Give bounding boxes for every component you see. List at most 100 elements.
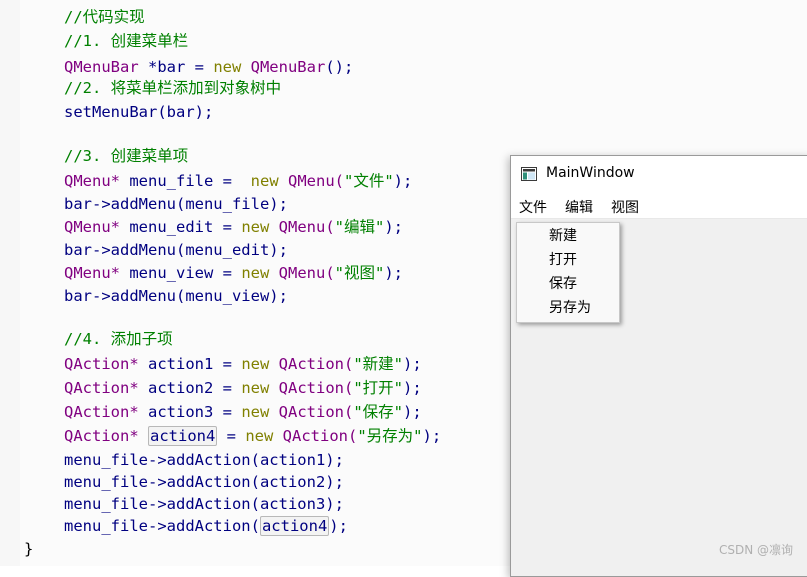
code-token-var: menu_view =	[120, 264, 242, 282]
menu-view[interactable]: 视图	[611, 197, 639, 217]
file-menu-dropdown: 新建 打开 保存 另存为	[516, 222, 620, 323]
code-token-type: QMenu*	[64, 218, 120, 236]
code-token-tail: );	[384, 218, 403, 236]
menu-item-new[interactable]: 新建	[549, 225, 577, 245]
code-comment-impl: //代码实现	[64, 8, 145, 26]
code-token-keyword: new	[241, 264, 270, 282]
code-closing-brace: }	[24, 540, 34, 558]
code-token-tail: );	[393, 172, 413, 190]
code-token-tail: );	[403, 403, 422, 421]
menu-item-save-as[interactable]: 另存为	[549, 297, 591, 317]
window-title: MainWindow	[546, 165, 635, 181]
code-comment-step2: //2. 将菜单栏添加到对象树中	[64, 79, 282, 97]
watermark: CSDN @凛询	[718, 543, 793, 557]
code-token-string: "编辑"	[334, 218, 385, 236]
code-line-setmenubar: setMenuBar(bar);	[64, 103, 214, 121]
code-token-ctor: QMenu(	[269, 264, 335, 282]
code-token-arg: action3	[259, 495, 326, 513]
code-token-var: action3	[148, 403, 214, 421]
code-comment-step4: //4. 添加子项	[64, 330, 173, 348]
code-token-keyword: new	[241, 355, 270, 373]
window-app-icon	[521, 167, 537, 181]
code-token-var: menu_file =	[120, 172, 242, 190]
code-token-keyword: new	[241, 218, 270, 236]
code-line-add-menu-file: bar->addMenu(menu_file);	[64, 195, 288, 213]
code-line-add-menu-view: bar->addMenu(menu_view);	[64, 287, 288, 305]
code-token-tail: );	[422, 427, 442, 445]
code-token-arg: action2	[259, 473, 326, 491]
code-token-tail: );	[403, 379, 422, 397]
code-token-ctor: QMenuBar	[241, 58, 326, 76]
code-line-add-menu-edit: bar->addMenu(menu_edit);	[64, 241, 288, 259]
code-token-ctor: QAction(	[269, 403, 354, 421]
code-line-menu-view: QMenu* menu_view = new QMenu("视图");	[64, 262, 403, 284]
code-token-ctor: QAction(	[269, 355, 354, 373]
window-titlebar[interactable]: MainWindow	[511, 156, 807, 194]
menu-bar: 文件 编辑 视图	[511, 194, 807, 219]
code-token-var: menu_edit =	[120, 218, 242, 236]
code-token-ctor: QAction(	[269, 379, 354, 397]
code-line-action2: QAction* action2 = new QAction("打开");	[64, 377, 422, 399]
code-token-type: QAction*	[64, 403, 139, 421]
code-token-var-highlighted: action4	[148, 426, 218, 446]
code-token-var: *bar =	[138, 58, 214, 76]
code-token-type: QAction*	[64, 427, 139, 445]
code-token-tail: );	[403, 355, 422, 373]
code-line-action3: QAction* action3 = new QAction("保存");	[64, 401, 422, 423]
code-token-tail: );	[325, 451, 344, 469]
code-token-call: menu_file->addAction(	[64, 451, 260, 469]
code-token-tail: );	[325, 495, 344, 513]
code-token-type: QMenu*	[64, 264, 120, 282]
code-token-keyword: new	[241, 403, 270, 421]
menu-item-open[interactable]: 打开	[549, 249, 577, 269]
code-comment-step1: //1. 创建菜单栏	[64, 32, 189, 50]
code-line-menu-edit: QMenu* menu_edit = new QMenu("编辑");	[64, 216, 403, 238]
code-token-string: "新建"	[353, 355, 403, 373]
menu-edit[interactable]: 编辑	[565, 197, 593, 217]
code-token-eq: =	[217, 427, 246, 445]
code-comment-step3: //3. 创建菜单项	[64, 147, 189, 165]
code-token-string: "文件"	[344, 172, 394, 190]
code-token-pad	[241, 172, 250, 190]
code-token-string: "另存为"	[357, 427, 423, 445]
code-line-add-action3: menu_file->addAction(action3);	[64, 493, 344, 515]
code-token-tail: );	[325, 473, 344, 491]
code-token-eq: =	[213, 355, 242, 373]
code-token-string: "视图"	[334, 264, 385, 282]
code-line-action4: QAction* action4 = new QAction("另存为");	[64, 425, 441, 447]
code-token-type: QAction*	[64, 355, 139, 373]
code-token-eq: =	[213, 379, 242, 397]
editor-gutter	[0, 0, 20, 566]
code-token-keyword: new	[245, 427, 274, 445]
code-token-tail: );	[329, 517, 348, 535]
code-token-ctor: QMenu(	[278, 172, 344, 190]
code-token-keyword: new	[213, 58, 242, 76]
code-token-call: menu_file->addAction(	[64, 473, 260, 491]
main-window[interactable]: MainWindow 文件 编辑 视图 新建 打开 保存 另存为	[510, 155, 807, 577]
menu-item-save[interactable]: 保存	[549, 273, 577, 293]
code-token-string: "打开"	[353, 379, 403, 397]
code-token-call: menu_file->addAction(	[64, 517, 260, 535]
code-line-menubar: QMenuBar *bar = new QMenuBar();	[64, 56, 353, 78]
code-token-tail: );	[384, 264, 403, 282]
code-token-keyword: new	[241, 379, 270, 397]
code-token-type: QMenu*	[64, 172, 120, 190]
code-line-add-action2: menu_file->addAction(action2);	[64, 471, 344, 493]
code-line-add-action1: menu_file->addAction(action1);	[64, 449, 344, 471]
code-token-ctor: QMenu(	[269, 218, 335, 236]
code-token-ctor: QAction(	[273, 427, 358, 445]
code-token-keyword: new	[250, 172, 279, 190]
code-token-arg: action1	[259, 451, 326, 469]
code-token-eq: =	[213, 403, 242, 421]
code-line-menu-file: QMenu* menu_file = new QMenu("文件");	[64, 170, 412, 192]
code-token-string: "保存"	[353, 403, 403, 421]
code-token-var: action1	[148, 355, 214, 373]
code-token-type: QAction*	[64, 379, 139, 397]
code-token-arg-highlighted: action4	[259, 516, 330, 536]
code-line-action1: QAction* action1 = new QAction("新建");	[64, 353, 422, 375]
code-line-add-action4: menu_file->addAction(action4);	[64, 515, 348, 537]
code-token-type: QMenuBar	[64, 58, 139, 76]
menu-file[interactable]: 文件	[519, 197, 547, 217]
code-token-tail: ();	[325, 58, 354, 76]
code-token-call: menu_file->addAction(	[64, 495, 260, 513]
